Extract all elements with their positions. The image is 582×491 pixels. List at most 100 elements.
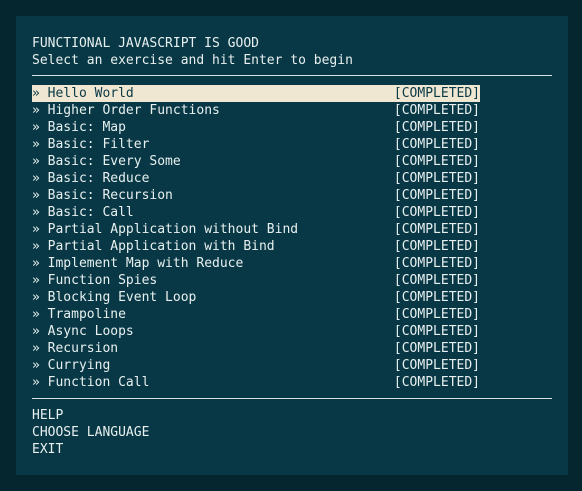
exercise-entry: » Basic: Every Some xyxy=(32,153,181,170)
exercise-list: » Hello World [COMPLETED]» Higher Order F… xyxy=(32,85,480,391)
exercise-menu-item[interactable]: » Recursion [COMPLETED] xyxy=(32,340,480,357)
completion-status: [COMPLETED] xyxy=(393,171,480,186)
exercise-menu-item[interactable]: » Basic: Map [COMPLETED] xyxy=(32,119,480,136)
help-menu-item[interactable]: HELP xyxy=(32,407,149,424)
exercise-entry: » Higher Order Functions xyxy=(32,102,220,119)
completion-status: [COMPLETED] xyxy=(393,205,480,220)
exercise-entry: » Function Call xyxy=(32,374,149,391)
completion-status: [COMPLETED] xyxy=(393,375,480,390)
selection-marker-icon: » xyxy=(32,188,40,203)
exercise-menu-item[interactable]: » Trampoline [COMPLETED] xyxy=(32,306,480,323)
completion-status: [COMPLETED] xyxy=(393,290,480,305)
selection-marker-icon: » xyxy=(32,171,40,186)
exercise-label: Blocking Event Loop xyxy=(47,290,197,305)
exercise-entry: » Trampoline xyxy=(32,306,126,323)
completion-status: [COMPLETED] xyxy=(393,154,480,169)
selection-marker-icon: » xyxy=(32,222,40,237)
completion-status: [COMPLETED] xyxy=(393,341,480,356)
selection-marker-icon: » xyxy=(32,256,40,271)
completion-status: [COMPLETED] xyxy=(393,358,480,373)
selection-marker-icon: » xyxy=(32,375,40,390)
selection-marker-icon: » xyxy=(32,358,40,373)
exercise-label: Basic: Recursion xyxy=(47,188,173,203)
selection-marker-icon: » xyxy=(32,273,40,288)
exercise-menu-item[interactable]: » Hello World [COMPLETED] xyxy=(32,85,480,102)
exercise-menu-item[interactable]: » Function Spies [COMPLETED] xyxy=(32,272,480,289)
exercise-label: Basic: Reduce xyxy=(47,171,150,186)
selection-marker-icon: » xyxy=(32,120,40,135)
exercise-menu-item[interactable]: » Function Call [COMPLETED] xyxy=(32,374,480,391)
selection-marker-icon: » xyxy=(32,86,40,101)
completion-status: [COMPLETED] xyxy=(393,273,480,288)
exercise-label: Basic: Every Some xyxy=(47,154,181,169)
completion-status: [COMPLETED] xyxy=(393,222,480,237)
exit-menu-item[interactable]: EXIT xyxy=(32,441,149,458)
exercise-entry: » Basic: Call xyxy=(32,204,134,221)
exercise-entry: » Implement Map with Reduce xyxy=(32,255,243,272)
exercise-label: Partial Application with Bind xyxy=(47,239,275,254)
instructions-text: Select an exercise and hit Enter to begi… xyxy=(32,53,353,68)
selection-marker-icon: » xyxy=(32,324,40,339)
exercise-entry: » Basic: Map xyxy=(32,119,126,136)
selection-marker-icon: » xyxy=(32,239,40,254)
exercise-label: Basic: Map xyxy=(47,120,126,135)
exercise-entry: » Basic: Recursion xyxy=(32,187,173,204)
exercise-menu-item[interactable]: » Partial Application with Bind [COMPLETE… xyxy=(32,238,480,255)
selection-marker-icon: » xyxy=(32,307,40,322)
selection-marker-icon: » xyxy=(32,154,40,169)
terminal-window: FUNCTIONAL JAVASCRIPT IS GOOD Select an … xyxy=(16,16,568,475)
exercise-menu-item[interactable]: » Basic: Reduce [COMPLETED] xyxy=(32,170,480,187)
exercise-menu-item[interactable]: » Blocking Event Loop [COMPLETED] xyxy=(32,289,480,306)
completion-status: [COMPLETED] xyxy=(393,239,480,254)
exercise-entry: » Partial Application without Bind xyxy=(32,221,298,238)
exercise-label: Recursion xyxy=(47,341,119,356)
exercise-menu-item[interactable]: » Async Loops [COMPLETED] xyxy=(32,323,480,340)
exercise-label: Basic: Call xyxy=(47,205,134,220)
exercise-entry: » Async Loops xyxy=(32,323,134,340)
exercise-label: Higher Order Functions xyxy=(47,103,220,118)
completion-status: [COMPLETED] xyxy=(393,137,480,152)
exercise-entry: » Blocking Event Loop xyxy=(32,289,196,306)
exercise-menu-item[interactable]: » Implement Map with Reduce [COMPLETED] xyxy=(32,255,480,272)
exercise-entry: » Currying xyxy=(32,357,110,374)
selection-marker-icon: » xyxy=(32,341,40,356)
page-title: FUNCTIONAL JAVASCRIPT IS GOOD xyxy=(32,36,259,51)
selection-marker-icon: » xyxy=(32,103,40,118)
exercise-entry: » Function Spies xyxy=(32,272,157,289)
completion-status: [COMPLETED] xyxy=(393,188,480,203)
exercise-label: Async Loops xyxy=(47,324,134,339)
exercise-label: Hello World xyxy=(47,86,134,101)
completion-status: [COMPLETED] xyxy=(393,103,480,118)
exercise-label: Partial Application without Bind xyxy=(47,222,299,237)
completion-status: [COMPLETED] xyxy=(393,307,480,322)
completion-status: [COMPLETED] xyxy=(393,120,480,135)
exercise-menu-item[interactable]: » Basic: Call [COMPLETED] xyxy=(32,204,480,221)
exercise-entry: » Basic: Filter xyxy=(32,136,149,153)
exercise-entry: » Partial Application with Bind xyxy=(32,238,275,255)
exercise-label: Implement Map with Reduce xyxy=(47,256,244,271)
exercise-menu-item[interactable]: » Currying [COMPLETED] xyxy=(32,357,480,374)
exercise-label: Currying xyxy=(47,358,111,373)
exercise-menu-item[interactable]: » Basic: Every Some [COMPLETED] xyxy=(32,153,480,170)
completion-status: [COMPLETED] xyxy=(393,86,480,101)
exercise-menu-item[interactable]: » Basic: Recursion [COMPLETED] xyxy=(32,187,480,204)
completion-status: [COMPLETED] xyxy=(393,324,480,339)
selection-marker-icon: » xyxy=(32,290,40,305)
exercise-entry: » Basic: Reduce xyxy=(32,170,149,187)
exercise-label: Basic: Filter xyxy=(47,137,150,152)
exercise-menu-item[interactable]: » Basic: Filter [COMPLETED] xyxy=(32,136,480,153)
top-divider xyxy=(32,75,552,76)
exercise-label: Function Spies xyxy=(47,273,158,288)
selection-marker-icon: » xyxy=(32,205,40,220)
exercise-label: Function Call xyxy=(47,375,150,390)
selection-marker-icon: » xyxy=(32,137,40,152)
exercise-menu-item[interactable]: » Partial Application without Bind [COMPL… xyxy=(32,221,480,238)
bottom-divider xyxy=(32,398,552,399)
exercise-menu-item[interactable]: » Higher Order Functions [COMPLETED] xyxy=(32,102,480,119)
completion-status: [COMPLETED] xyxy=(393,256,480,271)
exercise-entry: » Hello World xyxy=(32,85,134,102)
choose-language-menu-item[interactable]: CHOOSE LANGUAGE xyxy=(32,424,149,441)
exercise-label: Trampoline xyxy=(47,307,126,322)
footer-menu: HELP CHOOSE LANGUAGE EXIT xyxy=(32,407,149,458)
exercise-entry: » Recursion xyxy=(32,340,118,357)
